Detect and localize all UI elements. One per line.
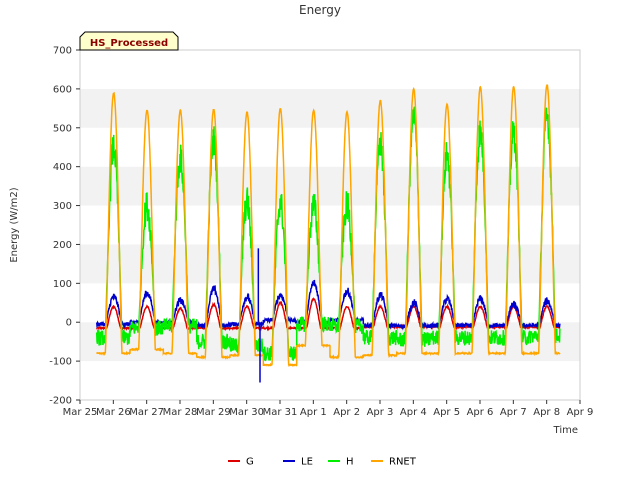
energy-chart: -200-1000100200300400500600700 Mar 25Mar…	[0, 0, 640, 480]
grid-band	[80, 244, 580, 284]
legend-label-g: G	[246, 457, 254, 468]
legend-label-rnet: RNET	[389, 457, 417, 468]
x-tick-label: Mar 30	[229, 407, 264, 418]
chart-title: Energy	[299, 3, 341, 17]
x-tick-label: Apr 2	[333, 407, 360, 418]
annotation-tag: HS_Processed	[79, 31, 179, 51]
grid-band	[80, 88, 580, 128]
grid-band	[80, 127, 580, 167]
x-tick-label: Apr 7	[500, 407, 527, 418]
grid-band	[80, 166, 580, 206]
y-tick-label: -100	[49, 357, 72, 368]
x-tick-label: Mar 26	[96, 407, 131, 418]
legend-label-le: LE	[301, 457, 313, 468]
x-tick-label: Mar 25	[63, 407, 98, 418]
x-tick-label: Apr 8	[533, 407, 560, 418]
y-tick-label: 300	[53, 201, 72, 212]
x-axis-label: Time	[553, 425, 578, 436]
grid-band	[80, 361, 580, 400]
y-tick-label: 400	[53, 162, 72, 173]
x-tick-label: Apr 6	[467, 407, 494, 418]
y-tick-label: 200	[53, 240, 72, 251]
x-tick-label: Apr 9	[567, 407, 594, 418]
y-tick-label: 700	[53, 46, 72, 57]
x-tick-label: Mar 31	[263, 407, 298, 418]
grid-band	[80, 50, 580, 89]
x-tick-label: Apr 4	[400, 407, 427, 418]
y-tick-label: 100	[53, 279, 72, 290]
y-tick-label: 500	[53, 123, 72, 134]
annotation-text: HS_Processed	[90, 38, 168, 49]
grid-band	[80, 205, 580, 245]
y-tick-label: 0	[66, 318, 72, 329]
x-tick-label: Mar 29	[196, 407, 231, 418]
y-axis-label: Energy (W/m2)	[9, 187, 20, 262]
y-tick-label: -200	[49, 396, 72, 407]
x-tick-label: Mar 28	[163, 407, 198, 418]
y-tick-label: 600	[53, 84, 72, 95]
legend-label-h: H	[346, 457, 354, 468]
x-tick-label: Mar 27	[129, 407, 164, 418]
x-tick-label: Apr 1	[300, 407, 327, 418]
x-tick-label: Apr 3	[367, 407, 394, 418]
x-tick-label: Apr 5	[433, 407, 460, 418]
